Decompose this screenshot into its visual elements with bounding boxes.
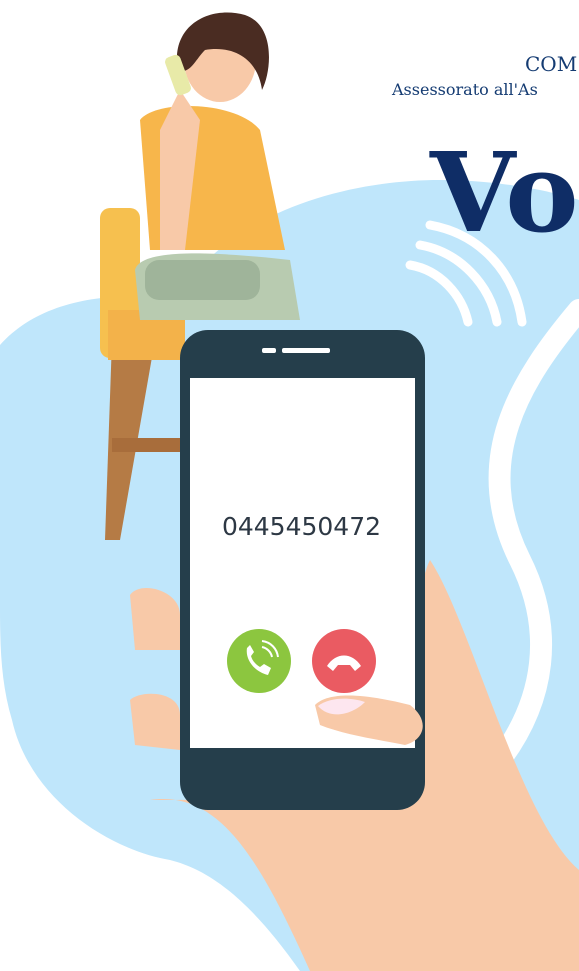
headline: Vo <box>430 128 579 257</box>
illustration-scene: 0445450472 COM Assessorato all'As Vo <box>0 0 579 971</box>
org-title: COM <box>525 52 578 76</box>
dept-subtitle: Assessorato all'As <box>392 80 538 99</box>
